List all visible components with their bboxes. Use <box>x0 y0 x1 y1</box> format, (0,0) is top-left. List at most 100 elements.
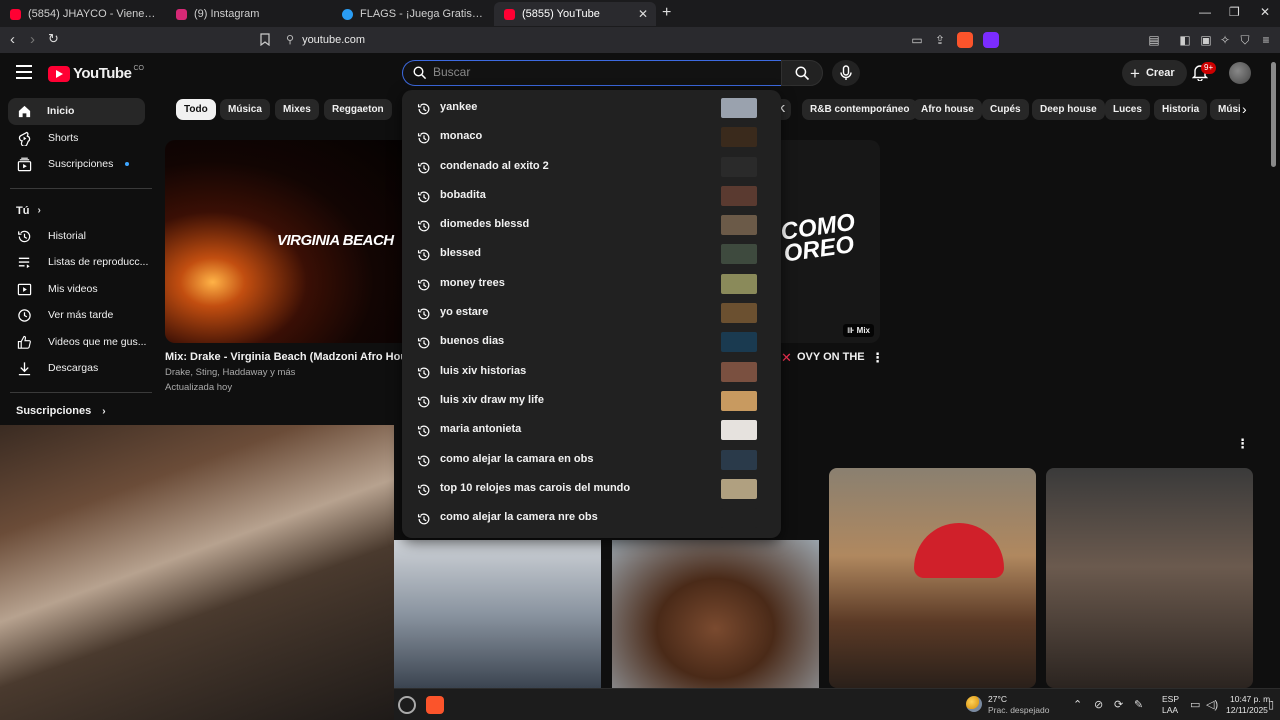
search-suggestion[interactable]: buenos dias <box>402 328 781 357</box>
bookmark-icon[interactable] <box>258 33 272 47</box>
search-suggestion[interactable]: top 10 relojes mas carois del mundo <box>402 475 781 504</box>
chevron-up-icon[interactable]: ⌃ <box>1073 698 1082 711</box>
forward-icon[interactable]: › <box>30 31 35 48</box>
search-suggestion[interactable]: bobadita <box>402 182 781 211</box>
chip[interactable]: Cupés <box>982 99 1029 120</box>
clock-date[interactable]: 12/11/2025 <box>1226 705 1268 715</box>
sidebar-item-liked-videos[interactable]: Videos que me gus... <box>0 329 155 356</box>
network-icon[interactable]: ⊘ <box>1094 698 1103 711</box>
search-suggestion[interactable]: yo estare <box>402 299 781 328</box>
more-options-icon[interactable]: ⋮ <box>871 350 884 366</box>
search-suggestion[interactable]: blessed <box>402 240 781 269</box>
sidebar-item-shorts[interactable]: Shorts <box>0 125 155 152</box>
voice-search-button[interactable] <box>832 60 860 86</box>
search-suggestion[interactable]: como alejar la camara en obs <box>402 446 781 475</box>
sidebar-item-downloads[interactable]: Descargas <box>0 355 155 382</box>
suggestion-text: yankee <box>440 101 478 113</box>
video-thumbnail[interactable]: VIRGINIA BEACH <box>165 140 403 343</box>
search-suggestion[interactable]: maria antonieta <box>402 416 781 445</box>
video-title[interactable]: OVY ON THE <box>797 351 867 363</box>
browser-tab[interactable]: (5854) JHAYCO - Viene BASQUIAT... <box>0 2 166 26</box>
search-suggestion[interactable]: luis xiv draw my life <box>402 387 781 416</box>
sidebar-item-home[interactable]: Inicio <box>8 98 145 125</box>
search-button[interactable] <box>781 60 823 86</box>
video-title[interactable]: Mix: Drake - Virginia Beach (Madzoni Afr… <box>165 351 403 363</box>
more-options-icon[interactable]: ⋮ <box>1236 436 1249 452</box>
close-tab-icon[interactable]: ✕ <box>638 7 648 21</box>
brave-rewards-icon[interactable] <box>983 32 999 48</box>
short-thumbnail[interactable] <box>394 540 601 688</box>
clock-time[interactable]: 10:47 p. m. <box>1230 694 1273 704</box>
chip[interactable]: Mixes <box>275 99 319 120</box>
search-suggestion[interactable]: yankee <box>402 94 781 123</box>
chip[interactable]: Reggaeton <box>324 99 392 120</box>
cast-icon[interactable]: ▭ <box>910 33 924 47</box>
sidebar-section-subscriptions[interactable]: Suscripciones › <box>16 405 106 417</box>
search-input[interactable] <box>433 65 733 79</box>
browser-tab-active[interactable]: (5855) YouTube ✕ <box>494 2 656 26</box>
weather-icon[interactable] <box>966 696 982 712</box>
brave-shields-icon[interactable] <box>957 32 973 48</box>
chevron-right-icon[interactable]: › <box>1242 101 1247 117</box>
sync-icon[interactable]: ⟳ <box>1114 698 1123 711</box>
vpn-shield-icon[interactable]: ⛉ <box>1238 33 1252 47</box>
suggestion-text: como alejar la camara en obs <box>440 452 594 465</box>
sidebar-item-my-videos[interactable]: Mis videos <box>0 276 155 303</box>
language-indicator[interactable]: ESP <box>1162 694 1179 704</box>
back-icon[interactable]: ‹ <box>10 31 15 48</box>
short-thumbnail[interactable] <box>829 468 1036 688</box>
notification-center-icon[interactable]: ▯ <box>1268 698 1274 711</box>
new-tab-icon[interactable]: + <box>662 4 671 22</box>
chip[interactable]: Afro house <box>913 99 982 120</box>
keyboard-layout[interactable]: LAA <box>1162 705 1178 715</box>
restore-icon[interactable]: ❐ <box>1229 5 1240 19</box>
video-channel[interactable]: Drake, Sting, Haddaway y más <box>165 367 295 378</box>
avatar[interactable] <box>1229 62 1251 84</box>
site-info-icon[interactable]: ⚲ <box>286 34 294 46</box>
sidebar-item-subscriptions[interactable]: Suscripciones <box>0 151 155 178</box>
chip[interactable]: Música <box>220 99 270 120</box>
menu-icon[interactable]: ≡ <box>1259 33 1273 47</box>
sidebar-item-watch-later[interactable]: Ver más tarde <box>0 302 155 329</box>
pen-icon[interactable]: ✎ <box>1134 698 1143 711</box>
guide-menu-icon[interactable] <box>16 65 32 79</box>
obs-app-icon[interactable] <box>398 696 416 714</box>
sidebar-item-history[interactable]: Historial <box>0 223 155 250</box>
short-thumbnail[interactable] <box>612 540 819 688</box>
search-suggestion[interactable]: condenado al exito 2 <box>402 153 781 182</box>
poki-favicon-icon <box>342 8 353 20</box>
sidebar-toggle-icon[interactable]: ◧ <box>1178 33 1192 47</box>
chip[interactable]: Deep house <box>1032 99 1105 120</box>
wallet-icon[interactable]: ▣ <box>1199 33 1213 47</box>
share-icon[interactable]: ⇪ <box>933 33 947 47</box>
short-thumbnail[interactable] <box>1046 468 1253 688</box>
search-suggestion[interactable]: como alejar la camera nre obs <box>402 504 781 533</box>
search-suggestion[interactable]: monaco <box>402 123 781 152</box>
volume-icon[interactable]: ◁) <box>1206 698 1218 711</box>
chip[interactable]: Músi <box>1210 99 1240 120</box>
sidebar-item-playlists[interactable]: Listas de reproducc... <box>0 249 155 276</box>
leo-ai-icon[interactable]: ✧ <box>1218 33 1232 47</box>
reload-icon[interactable]: ↻ <box>48 31 59 47</box>
video-thumbnail[interactable]: COMO OREO ⊪ Mix <box>780 140 880 343</box>
chip[interactable]: Luces <box>1105 99 1150 120</box>
search-suggestion[interactable]: diomedes blessd <box>402 211 781 240</box>
youtube-logo[interactable]: YouTube CO <box>48 65 144 82</box>
create-button[interactable]: + Crear <box>1122 60 1187 86</box>
search-suggestion[interactable]: money trees <box>402 270 781 299</box>
display-icon[interactable]: ▭ <box>1190 698 1200 711</box>
address-bar[interactable]: ⚲ youtube.com <box>286 33 365 46</box>
suggestion-text: monaco <box>440 130 483 143</box>
brave-app-icon[interactable] <box>426 696 444 714</box>
browser-tab[interactable]: FLAGS - ¡Juega Gratis Online! | Poki <box>332 2 494 26</box>
minimize-icon[interactable]: — <box>1199 5 1211 19</box>
search-suggestion[interactable]: luis xiv historias <box>402 358 781 387</box>
browser-tab[interactable]: (9) Instagram <box>166 2 332 26</box>
chip[interactable]: Historia <box>1154 99 1208 120</box>
close-window-icon[interactable]: ✕ <box>1260 5 1270 19</box>
chip[interactable]: R&B contemporáneo <box>802 99 918 120</box>
sidebar-panel-icon[interactable]: ▤ <box>1147 33 1161 47</box>
sidebar-section-you[interactable]: Tú › <box>0 199 155 223</box>
scrollbar[interactable] <box>1271 62 1276 167</box>
chip-all[interactable]: Todo <box>176 99 216 120</box>
